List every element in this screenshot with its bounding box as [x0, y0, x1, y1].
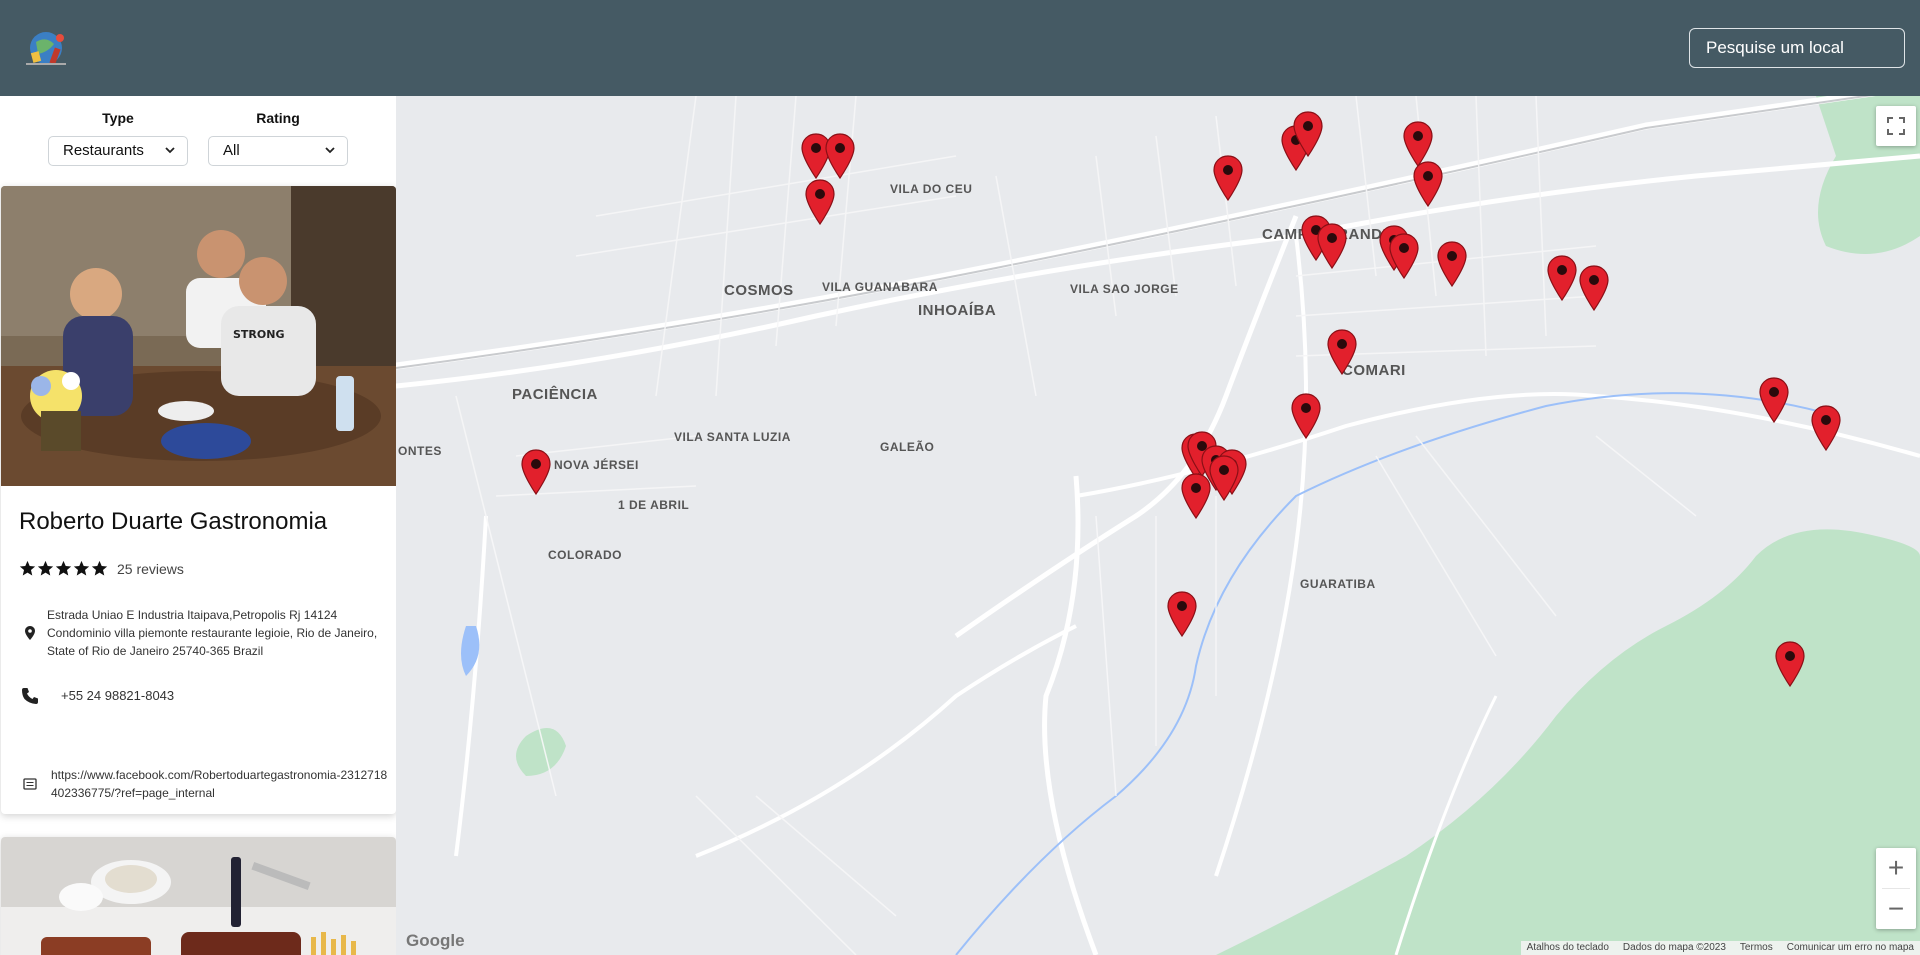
website-link[interactable]: https://www.facebook.com/Robertoduartega… — [51, 766, 391, 802]
restaurant-marker[interactable] — [1208, 454, 1240, 502]
star-icon — [91, 560, 108, 576]
location-pin-icon — [19, 626, 41, 640]
app-logo[interactable] — [18, 18, 74, 74]
star-icon — [73, 560, 90, 576]
map-label-neighborhood: INHOAÍBA — [918, 302, 997, 319]
address-text: Estrada Uniao E Industria Itaipava,Petro… — [47, 608, 378, 658]
restaurant-marker[interactable] — [824, 132, 856, 180]
map-label-neighborhood: NOVA JÉRSEI — [554, 458, 639, 472]
place-search-input[interactable] — [1689, 28, 1905, 68]
chevron-down-icon — [325, 147, 335, 154]
place-card[interactable]: STRONG Roberto Duarte Gastronomia 25 rev… — [1, 186, 396, 814]
zoom-out-button[interactable]: − — [1876, 889, 1916, 929]
map-base-layer — [396, 96, 1920, 955]
restaurant-marker[interactable] — [1758, 376, 1790, 424]
rating-filter-label: Rating — [256, 110, 300, 126]
map-view[interactable]: COSMOS INHOAÍBA PACIÊNCIA CAMPO GRANDE C… — [396, 96, 1920, 955]
keyboard-shortcuts-link[interactable]: Atalhos do teclado — [1527, 941, 1609, 955]
place-card[interactable] — [1, 837, 396, 955]
restaurant-marker[interactable] — [1166, 590, 1198, 638]
restaurant-marker[interactable] — [1578, 264, 1610, 312]
map-label-neighborhood: PACIÊNCIA — [512, 386, 598, 403]
type-select[interactable]: Restaurants — [48, 136, 188, 166]
star-icon — [37, 560, 54, 576]
map-label-neighborhood: VILA DO CEU — [890, 182, 973, 196]
restaurant-marker[interactable] — [1326, 328, 1358, 376]
place-phone[interactable]: +55 24 98821-8043 — [19, 686, 174, 706]
type-select-value: Restaurants — [63, 142, 144, 159]
fullscreen-button[interactable] — [1876, 106, 1916, 146]
phone-text[interactable]: +55 24 98821-8043 — [61, 687, 174, 705]
report-error-link[interactable]: Comunicar um erro no mapa — [1787, 941, 1914, 955]
restaurant-marker[interactable] — [1180, 472, 1212, 520]
map-label-neighborhood: VILA SAO JORGE — [1070, 282, 1179, 296]
rating-select[interactable]: All — [208, 136, 348, 166]
terms-link[interactable]: Termos — [1740, 941, 1773, 955]
website-icon — [19, 778, 41, 790]
map-label-neighborhood: VILA SANTA LUZIA — [674, 430, 791, 444]
place-photo: STRONG — [1, 186, 396, 486]
top-header — [0, 0, 1920, 96]
restaurant-marker[interactable] — [1774, 640, 1806, 688]
map-attribution: Atalhos do teclado Dados do mapa ©2023 T… — [1520, 941, 1920, 955]
fullscreen-icon — [1887, 117, 1905, 135]
place-name[interactable]: Roberto Duarte Gastronomia — [19, 508, 327, 536]
type-filter-label: Type — [102, 110, 134, 126]
zoom-in-button[interactable]: + — [1876, 848, 1916, 888]
place-website[interactable]: https://www.facebook.com/Robertoduartega… — [19, 766, 391, 802]
map-label-neighborhood: COLORADO — [548, 548, 622, 562]
restaurant-marker[interactable] — [1212, 154, 1244, 202]
map-label-neighborhood: GUARATIBA — [1300, 577, 1376, 591]
google-logo[interactable]: Google — [406, 931, 465, 951]
results-sidebar: Type Restaurants Rating All STRONG Rober… — [0, 96, 396, 955]
map-label-neighborhood: COSMOS — [724, 282, 794, 299]
star-icon — [55, 560, 72, 576]
map-label-neighborhood: VILA GUANABARA — [822, 280, 938, 294]
phone-icon — [19, 686, 41, 706]
rating-select-value: All — [223, 142, 240, 159]
restaurant-marker[interactable] — [1316, 222, 1348, 270]
star-rating — [19, 560, 108, 577]
map-data-text: Dados do mapa ©2023 — [1622, 942, 1726, 953]
restaurant-marker[interactable] — [520, 448, 552, 496]
restaurant-marker[interactable] — [1810, 404, 1842, 452]
restaurant-marker[interactable] — [1546, 254, 1578, 302]
restaurant-marker[interactable] — [1436, 240, 1468, 288]
type-filter: Type Restaurants — [48, 108, 188, 166]
chevron-down-icon — [165, 147, 175, 154]
place-address: Estrada Uniao E Industria Itaipava,Petro… — [19, 606, 387, 660]
restaurant-marker[interactable] — [804, 178, 836, 226]
restaurant-marker[interactable] — [1412, 160, 1444, 208]
map-label-neighborhood: GALEÃO — [880, 440, 935, 454]
place-photo — [1, 837, 396, 955]
svg-text:STRONG: STRONG — [233, 328, 284, 341]
restaurant-marker[interactable] — [1292, 110, 1324, 158]
map-label-neighborhood: ONTES — [398, 444, 442, 458]
app-root: Type Restaurants Rating All — [0, 0, 1920, 955]
star-icon — [19, 560, 36, 576]
restaurant-marker[interactable] — [1388, 232, 1420, 280]
rating-filter: Rating All — [208, 108, 348, 166]
zoom-control: + − — [1876, 848, 1916, 929]
review-count[interactable]: 25 reviews — [117, 561, 184, 577]
place-rating: 25 reviews — [19, 560, 184, 577]
restaurant-marker[interactable] — [1290, 392, 1322, 440]
filters-bar: Type Restaurants Rating All — [0, 96, 396, 182]
map-label-neighborhood: 1 DE ABRIL — [618, 498, 690, 512]
